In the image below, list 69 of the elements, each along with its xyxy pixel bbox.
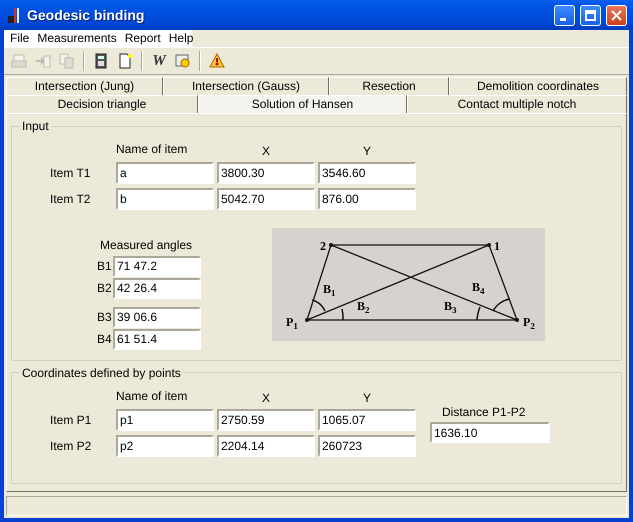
- column-header: Y: [362, 144, 371, 158]
- y-field[interactable]: 876.00: [318, 188, 416, 210]
- diagram-label: 2: [320, 240, 326, 252]
- app-icon: [6, 6, 22, 24]
- diagram-label: B$_{4}$: [472, 281, 485, 294]
- close-icon: [611, 10, 622, 20]
- field-label: Distance P1-P2: [442, 404, 526, 420]
- angle-field[interactable]: 39 06.6: [113, 306, 201, 328]
- name-field[interactable]: p1: [116, 409, 214, 432]
- section-title: Measured angles: [100, 238, 194, 253]
- toolbar-button[interactable]: W: [148, 50, 170, 72]
- x-field[interactable]: 2750.59: [217, 409, 315, 432]
- x-field[interactable]: 5042.70: [217, 188, 315, 210]
- angle-field[interactable]: 42 26.4: [113, 278, 201, 299]
- x-field[interactable]: 2204.14: [217, 435, 315, 458]
- picture-icon: [175, 53, 191, 69]
- column-header: Name of item: [116, 142, 188, 156]
- x-field[interactable]: 3800.30: [217, 162, 315, 184]
- angle-field[interactable]: 61 51.4: [113, 328, 201, 350]
- tab[interactable]: Contact multiple notch: [407, 95, 627, 113]
- minimize-button[interactable]: [554, 4, 575, 26]
- name-field[interactable]: a: [116, 162, 214, 184]
- menu-item[interactable]: Help: [164, 31, 198, 46]
- y-field[interactable]: 3546.60: [318, 162, 416, 184]
- distance-field[interactable]: 1636.10: [430, 422, 550, 444]
- y-field[interactable]: 260723: [318, 435, 416, 458]
- minimize-icon: [560, 18, 566, 20]
- column-header: X: [262, 390, 270, 405]
- diagram-label: 1: [494, 240, 500, 252]
- column-header: Name of item: [116, 388, 188, 403]
- menu-item[interactable]: Measurements: [33, 31, 121, 46]
- maximize-icon: [585, 10, 596, 20]
- new-document-icon: [117, 53, 133, 69]
- window-title: Geodesic binding: [27, 6, 146, 24]
- group-title: Input: [21, 120, 50, 132]
- tab[interactable]: Intersection (Gauss): [163, 77, 329, 95]
- y-field[interactable]: 1065.07: [318, 409, 416, 432]
- field-label: Item P2: [50, 438, 92, 454]
- angle-label: B2: [97, 281, 113, 296]
- group-title: Coordinates defined by points: [21, 366, 182, 379]
- tab[interactable]: Demolition coordinates: [449, 77, 627, 95]
- name-field[interactable]: p2: [116, 435, 214, 458]
- tab[interactable]: Solution of Hansen: [198, 95, 407, 113]
- angle-field[interactable]: 71 47.2: [113, 256, 201, 277]
- name-field[interactable]: b: [116, 188, 214, 210]
- diagram-label: B$_{3}$: [444, 300, 457, 312]
- column-header: X: [262, 144, 270, 158]
- angle-label: B1: [97, 259, 113, 274]
- diagram-label: B$_{2}$: [357, 300, 370, 312]
- diagram-label: B$_{1}$: [323, 283, 336, 296]
- field-label: Item T2: [50, 192, 92, 207]
- printer-icon: [11, 53, 27, 69]
- menu-item[interactable]: File: [6, 31, 34, 46]
- menu-item[interactable]: Report: [120, 31, 165, 46]
- tab[interactable]: Decision triangle: [6, 95, 198, 113]
- tab[interactable]: Intersection (Jung): [6, 77, 163, 95]
- calculator-icon: [93, 53, 109, 69]
- column-header: Y: [362, 390, 371, 405]
- arrow-document-icon: [35, 53, 51, 69]
- copy-icon: [59, 53, 75, 69]
- angle-label: B4: [97, 332, 113, 346]
- diagram-label: P$_{2}$: [523, 316, 535, 328]
- tab[interactable]: Resection: [329, 77, 449, 95]
- close-button[interactable]: [606, 4, 627, 26]
- maximize-button[interactable]: [580, 4, 601, 26]
- field-label: Item T1: [50, 166, 92, 181]
- angle-label: B3: [97, 310, 113, 324]
- diagram-label: P$_{1}$: [286, 316, 298, 328]
- field-label: Item P1: [50, 412, 92, 428]
